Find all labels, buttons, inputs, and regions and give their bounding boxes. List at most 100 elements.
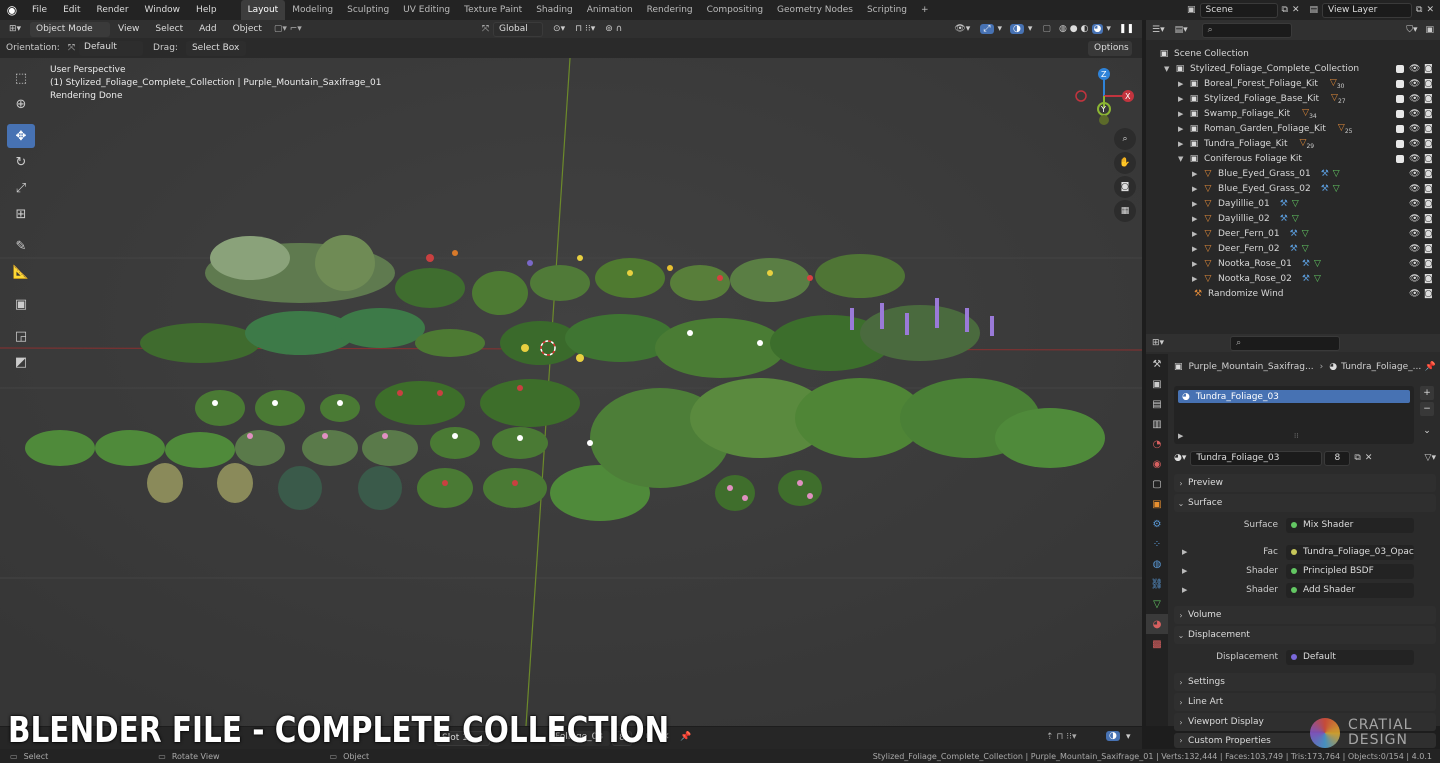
expand-icon[interactable]: ▶ xyxy=(1192,170,1202,178)
snap-icons[interactable]: ⇡ ⊓ ⁝⁝▾ xyxy=(1046,732,1077,742)
slot-menu-icon[interactable]: ⌄ xyxy=(1420,424,1434,438)
menu-add[interactable]: Add xyxy=(191,19,224,39)
outliner-row-object[interactable]: ▶ ▽ Deer_Fern_02 ⚒ ▽ 👁 ◙ xyxy=(1146,241,1440,256)
expand-icon[interactable]: ▶ xyxy=(1178,80,1188,88)
menu-window[interactable]: Window xyxy=(137,0,189,20)
camera-render-icon[interactable]: ◙ xyxy=(1424,229,1433,239)
view-layer-icon[interactable]: ▤ xyxy=(1310,5,1319,15)
expand-icon[interactable]: ▶ xyxy=(1178,140,1188,148)
mode-select[interactable]: Object Mode xyxy=(30,21,110,37)
panel-settings[interactable]: › Settings xyxy=(1174,673,1436,691)
render-tab-icon[interactable]: ▣ xyxy=(1146,374,1168,394)
outliner-row-kit[interactable]: ▶ ▣ Swamp_Foliage_Kit ▽34 👁 ◙ xyxy=(1146,106,1440,121)
tab-modeling[interactable]: Modeling xyxy=(285,0,340,20)
output-tab-icon[interactable]: ▤ xyxy=(1146,394,1168,414)
eye-icon[interactable]: 👁 xyxy=(1409,139,1420,149)
outliner-row-object[interactable]: ▶ ▽ Daylillie_02 ⚒ ▽ 👁 ◙ xyxy=(1146,211,1440,226)
menu-help[interactable]: Help xyxy=(188,0,225,20)
tab-uv-editing[interactable]: UV Editing xyxy=(396,0,457,20)
object-tab-icon[interactable]: ▣ xyxy=(1146,494,1168,514)
pivot-icon[interactable]: ⊙▾ xyxy=(553,24,565,34)
expand-icon[interactable]: ▶ xyxy=(1178,125,1188,133)
surface-shader-field[interactable]: Mix Shader xyxy=(1286,517,1414,533)
expand-icon[interactable]: ▶ xyxy=(1182,548,1187,556)
tool-tab-icon[interactable]: ⚒ xyxy=(1146,354,1168,374)
camera-render-icon[interactable]: ◙ xyxy=(1424,214,1433,224)
add-cube-tool-icon[interactable]: ▣ xyxy=(7,292,35,316)
exclude-checkbox[interactable] xyxy=(1396,154,1404,163)
expand-icon[interactable]: ▶ xyxy=(1178,110,1188,118)
grid-perspective-icon[interactable]: ▦ xyxy=(1114,200,1136,222)
outliner-row-object[interactable]: ▶ ▽ Daylillie_01 ⚒ ▽ 👁 ◙ xyxy=(1146,196,1440,211)
transform-icons[interactable]: ▢▾ ⌐▾ xyxy=(274,24,302,34)
camera-render-icon[interactable]: ◙ xyxy=(1424,64,1433,74)
gizmo-dropdown-icon[interactable]: ▾ xyxy=(998,24,1003,34)
shading-material-icon[interactable]: ◐ xyxy=(1081,24,1089,34)
exclude-checkbox[interactable] xyxy=(1396,124,1404,133)
annotate-tool-icon[interactable]: ✎ xyxy=(7,234,35,258)
outliner-row-object[interactable]: ▶ ▽ Blue_Eyed_Grass_02 ⚒ ▽ 👁 ◙ xyxy=(1146,181,1440,196)
eye-icon[interactable]: 👁 xyxy=(1409,214,1420,224)
displacement-field[interactable]: Default xyxy=(1286,649,1414,665)
material-slot-selected[interactable]: ◕ Tundra_Foliage_03 xyxy=(1178,390,1410,403)
xray-icon[interactable]: ▢ xyxy=(1042,24,1051,34)
tab-sculpting[interactable]: Sculpting xyxy=(340,0,396,20)
texture-tab-icon[interactable]: ▩ xyxy=(1146,634,1168,654)
menu-file[interactable]: File xyxy=(24,0,55,20)
tab-geometry-nodes[interactable]: Geometry Nodes xyxy=(770,0,860,20)
camera-render-icon[interactable]: ◙ xyxy=(1424,274,1433,284)
fake-user-icon[interactable]: ⧉ xyxy=(1354,453,1360,463)
eye-icon[interactable]: 👁 xyxy=(1409,154,1420,164)
camera-render-icon[interactable]: ◙ xyxy=(1424,124,1433,134)
view-layer-tab-icon[interactable]: ▥ xyxy=(1146,414,1168,434)
expand-icon[interactable]: ▶ xyxy=(1178,95,1188,103)
expand-icon[interactable]: ▶ xyxy=(1192,245,1202,253)
collapse-icon[interactable]: ▼ xyxy=(1178,155,1188,163)
eye-icon[interactable]: 👁 xyxy=(1409,229,1420,239)
expand-icon[interactable]: ▶ xyxy=(1192,275,1202,283)
visibility-icon[interactable]: 👁▾ xyxy=(954,24,970,34)
rotate-normal-tool-icon[interactable]: ◩ xyxy=(7,350,35,374)
eye-icon[interactable]: 👁 xyxy=(1409,124,1420,134)
outliner-row-randomize-wind[interactable]: ⚒ Randomize Wind 👁 ◙ xyxy=(1146,286,1440,301)
eye-icon[interactable]: 👁 xyxy=(1409,169,1420,179)
scene-tab-icon[interactable]: ◔ xyxy=(1146,434,1168,454)
scene-close-icon[interactable]: ✕ xyxy=(1292,5,1300,15)
panel-preview[interactable]: › Preview xyxy=(1174,474,1436,492)
drag-select[interactable]: Select Box xyxy=(185,40,246,56)
menu-view[interactable]: View xyxy=(110,19,147,39)
outliner-row-scene-collection[interactable]: ▣ Scene Collection xyxy=(1146,46,1440,61)
new-collection-icon[interactable]: ▣ xyxy=(1425,25,1434,35)
camera-icon[interactable]: ◙ xyxy=(1114,176,1136,198)
modifier-tab-icon[interactable]: ⚙ xyxy=(1146,514,1168,534)
overlay-toggle-icon[interactable]: ◑ xyxy=(1010,24,1024,34)
panel-line-art[interactable]: › Line Art xyxy=(1174,693,1436,711)
panel-volume[interactable]: › Volume xyxy=(1174,606,1436,624)
principled-shader-field[interactable]: Principled BSDF xyxy=(1286,563,1414,579)
shading-rendered-icon[interactable]: ◕ xyxy=(1091,24,1104,34)
eye-icon[interactable]: 👁 xyxy=(1409,109,1420,119)
camera-render-icon[interactable]: ◙ xyxy=(1424,259,1433,269)
remove-slot-icon[interactable]: − xyxy=(1420,402,1434,416)
exclude-checkbox[interactable] xyxy=(1396,79,1404,88)
menu-select[interactable]: Select xyxy=(147,19,191,39)
constraints-tab-icon[interactable]: ⛓ xyxy=(1146,574,1168,594)
scene-field[interactable]: Scene xyxy=(1199,2,1278,18)
overlay-dropdown-icon[interactable]: ▾ xyxy=(1126,732,1131,742)
camera-render-icon[interactable]: ◙ xyxy=(1424,139,1433,149)
display-mode-icon[interactable]: ▤▾ xyxy=(1175,25,1188,35)
tab-shading[interactable]: Shading xyxy=(529,0,580,20)
camera-render-icon[interactable]: ◙ xyxy=(1424,154,1433,164)
camera-render-icon[interactable]: ◙ xyxy=(1424,109,1433,119)
eye-icon[interactable]: 👁 xyxy=(1409,64,1420,74)
eye-icon[interactable]: 👁 xyxy=(1409,244,1420,254)
zoom-icon[interactable]: ⌕ xyxy=(1114,128,1136,150)
expand-icon[interactable]: ▶ xyxy=(1192,260,1202,268)
outliner-row-kit[interactable]: ▶ ▣ Roman_Garden_Foliage_Kit ▽25 👁 ◙ xyxy=(1146,121,1440,136)
shading-solid-icon[interactable]: ● xyxy=(1070,24,1078,34)
outliner-row-kit[interactable]: ▶ ▣ Stylized_Foliage_Base_Kit ▽27 👁 ◙ xyxy=(1146,91,1440,106)
plus-icon[interactable]: + xyxy=(914,0,936,20)
unlink-icon[interactable]: ✕ xyxy=(1365,453,1373,463)
eye-icon[interactable]: 👁 xyxy=(1409,274,1420,284)
tab-layout[interactable]: Layout xyxy=(240,0,286,20)
